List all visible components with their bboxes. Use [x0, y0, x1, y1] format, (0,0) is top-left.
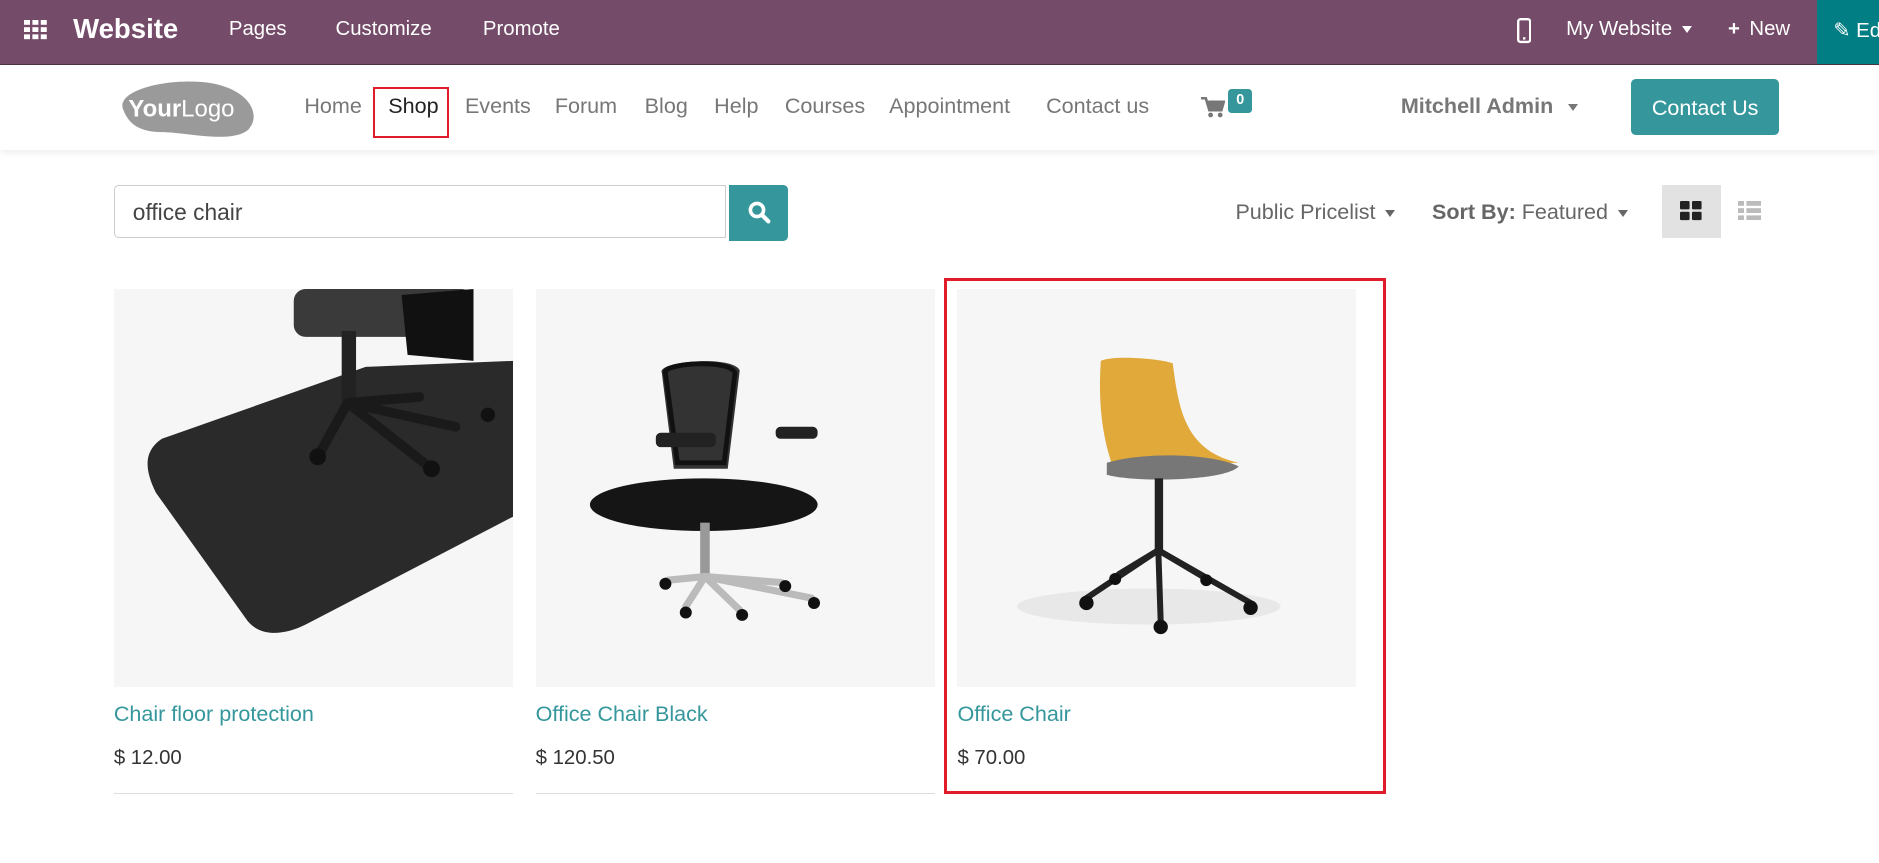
- caret-down-icon: [1617, 209, 1628, 217]
- user-menu[interactable]: Mitchell Admin: [1401, 93, 1578, 119]
- nav-events[interactable]: Events: [465, 93, 531, 119]
- product-price: $ 120.50: [535, 746, 615, 769]
- mobile-preview-icon[interactable]: [1517, 17, 1532, 44]
- highlight-box: [944, 278, 1387, 795]
- nav-help[interactable]: Help: [714, 93, 758, 119]
- edit-button[interactable]: ✎ Edit: [1816, 0, 1879, 64]
- shop-highlight-box: [372, 87, 449, 139]
- search-input[interactable]: office chair: [113, 184, 727, 239]
- nav-appointment[interactable]: Appointment: [889, 93, 1010, 119]
- caret-down-icon: [1681, 26, 1692, 33]
- product-price: $ 12.00: [113, 746, 182, 769]
- product-name[interactable]: Chair floor protection: [114, 701, 314, 727]
- cart-count-badge: 0: [1228, 88, 1253, 113]
- site-selector-label: My Website: [1566, 17, 1673, 40]
- nav-forum[interactable]: Forum: [555, 93, 617, 119]
- grid-icon: [1680, 201, 1702, 221]
- pencil-icon: ✎: [1833, 19, 1851, 42]
- new-label: New: [1749, 17, 1791, 40]
- website-header: YourLogo Home Shop Events Forum Blog Hel…: [0, 64, 1879, 150]
- product-image-chair-mat[interactable]: [113, 288, 513, 687]
- search-button[interactable]: [728, 184, 789, 241]
- sort-label: Sort By:: [1431, 198, 1516, 224]
- svg-text:YourLogo: YourLogo: [128, 95, 234, 122]
- pricelist-dropdown[interactable]: Public Pricelist: [1235, 198, 1396, 225]
- edit-content: ✎ Edit: [1833, 18, 1879, 43]
- product-card[interactable]: Chair floor protection $ 12.00: [113, 288, 513, 795]
- grid-view-toggle[interactable]: [1662, 184, 1721, 239]
- menu-pages[interactable]: Pages: [229, 18, 287, 41]
- product-image-office-chair-black[interactable]: [535, 288, 935, 687]
- divider: [535, 793, 935, 795]
- menu-promote[interactable]: Promote: [483, 18, 560, 41]
- contact-us-button[interactable]: Contact Us: [1630, 79, 1780, 136]
- product-card[interactable]: Office Chair Black $ 120.50: [535, 288, 935, 795]
- divider: [113, 793, 513, 795]
- product-name[interactable]: Office Chair Black: [536, 701, 708, 727]
- top-bar: Website Pages Customize Promote My Websi…: [0, 0, 1879, 65]
- site-selector[interactable]: My Website: [1566, 18, 1692, 41]
- user-name: Mitchell Admin: [1400, 93, 1554, 119]
- search-icon: [748, 201, 771, 224]
- nav-courses[interactable]: Courses: [785, 93, 865, 119]
- cart-icon[interactable]: [1200, 97, 1225, 119]
- nav-contact-us[interactable]: Contact us: [1046, 93, 1149, 119]
- new-button[interactable]: + New: [1728, 18, 1790, 41]
- nav-home[interactable]: Home: [304, 93, 361, 119]
- edit-label: Edit: [1856, 19, 1879, 42]
- nav-blog[interactable]: Blog: [645, 93, 688, 119]
- sort-value: Featured: [1521, 198, 1609, 224]
- menu-customize[interactable]: Customize: [336, 18, 432, 41]
- plus-icon: +: [1727, 17, 1740, 40]
- logo[interactable]: YourLogo: [114, 77, 258, 139]
- app-title[interactable]: Website: [73, 13, 178, 45]
- sort-dropdown[interactable]: Sort By: Featured: [1432, 199, 1628, 225]
- list-view-toggle[interactable]: [1737, 201, 1762, 221]
- page: Website Pages Customize Promote My Websi…: [0, 0, 1879, 863]
- pricelist-label: Public Pricelist: [1235, 198, 1376, 224]
- caret-down-icon: [1567, 104, 1578, 112]
- apps-grid-icon[interactable]: [23, 20, 48, 42]
- caret-down-icon: [1385, 209, 1396, 217]
